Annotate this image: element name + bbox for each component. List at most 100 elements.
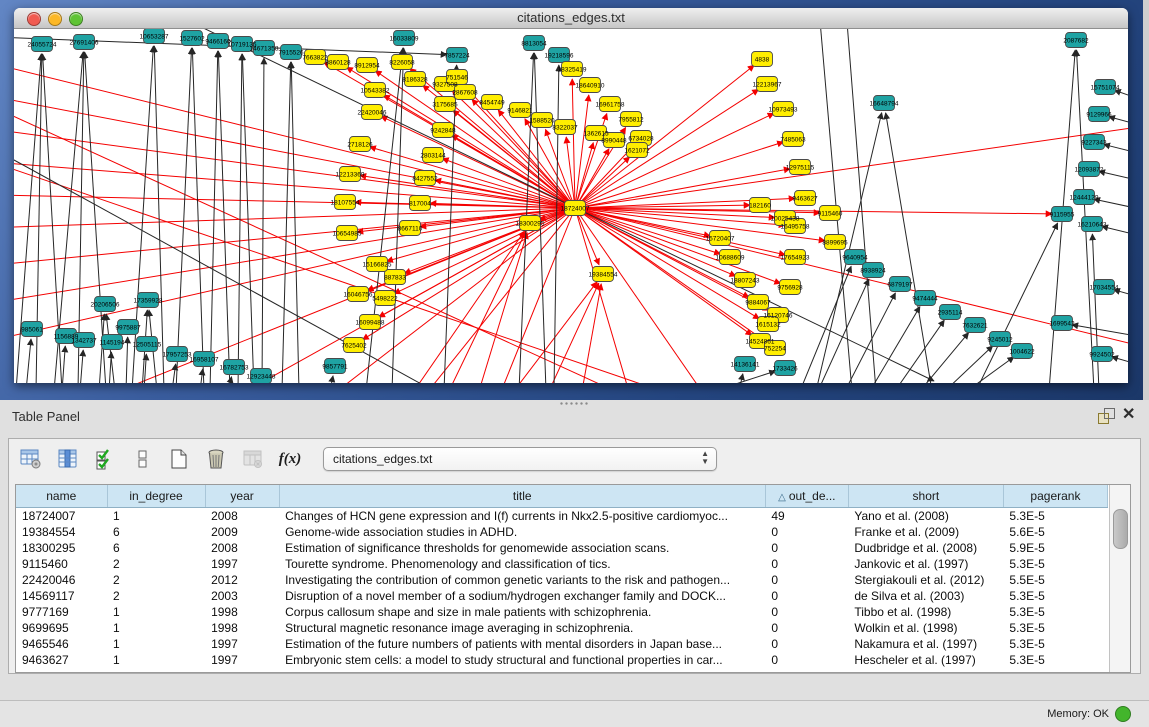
- table-cell[interactable]: 5.3E-5: [1003, 508, 1107, 525]
- new-document-button[interactable]: [164, 444, 194, 474]
- table-cell[interactable]: 1998: [205, 604, 279, 620]
- table-row[interactable]: 946554611997Estimation of the future num…: [16, 636, 1108, 652]
- table-cell[interactable]: 5.5E-5: [1003, 572, 1107, 588]
- table-cell[interactable]: 0: [765, 652, 848, 668]
- table-cell[interactable]: 19384554: [16, 524, 107, 540]
- row-list-button[interactable]: [127, 444, 157, 474]
- table-row[interactable]: 1456911722003Disruption of a novel membe…: [16, 588, 1108, 604]
- table-cell[interactable]: Corpus callosum shape and size in male p…: [279, 604, 765, 620]
- column-header-year[interactable]: year: [205, 485, 279, 508]
- table-cell[interactable]: 2009: [205, 524, 279, 540]
- table-cell[interactable]: Stergiakouli et al. (2012): [848, 572, 1003, 588]
- table-cell[interactable]: 0: [765, 540, 848, 556]
- column-header-pagerank[interactable]: pagerank: [1003, 485, 1107, 508]
- table-row[interactable]: 1872400712008Changes of HCN gene express…: [16, 508, 1108, 525]
- column-header-in_degree[interactable]: in_degree: [107, 485, 205, 508]
- table-cell[interactable]: 9699695: [16, 620, 107, 636]
- table-cell[interactable]: Structural magnetic resonance image aver…: [279, 620, 765, 636]
- table-cell[interactable]: 0: [765, 524, 848, 540]
- table-cell[interactable]: 6: [107, 524, 205, 540]
- table-cell[interactable]: 1998: [205, 620, 279, 636]
- table-cell[interactable]: Genome-wide association studies in ADHD.: [279, 524, 765, 540]
- table-cell[interactable]: Estimation of the future numbers of pati…: [279, 636, 765, 652]
- table-cell[interactable]: Disruption of a novel member of a sodium…: [279, 588, 765, 604]
- table-cell[interactable]: Dudbridge et al. (2008): [848, 540, 1003, 556]
- column-header-name[interactable]: name: [16, 485, 107, 508]
- table-gear-button[interactable]: [16, 444, 46, 474]
- table-cell[interactable]: 0: [765, 636, 848, 652]
- table-cell[interactable]: de Silva et al. (2003): [848, 588, 1003, 604]
- table-row[interactable]: 946362711997Embryonic stem cells: a mode…: [16, 652, 1108, 668]
- column-header-out_degree[interactable]: △out_de...: [765, 485, 848, 508]
- table-cell[interactable]: 9463627: [16, 652, 107, 668]
- trash-button[interactable]: [201, 444, 231, 474]
- table-cell[interactable]: 2008: [205, 540, 279, 556]
- table-cell[interactable]: Embryonic stem cells: a model to study s…: [279, 652, 765, 668]
- table-cell[interactable]: 1997: [205, 652, 279, 668]
- network-graph-canvas[interactable]: 2405572427691406106532871527602946616010…: [14, 29, 1128, 383]
- table-cell[interactable]: 2: [107, 572, 205, 588]
- table-cell[interactable]: Wolkin et al. (1998): [848, 620, 1003, 636]
- delete-table-button[interactable]: [238, 444, 268, 474]
- float-panel-button[interactable]: [1098, 408, 1115, 424]
- table-cell[interactable]: 1997: [205, 556, 279, 572]
- table-cell[interactable]: 0: [765, 588, 848, 604]
- table-scrollbar-thumb[interactable]: [1113, 509, 1128, 549]
- table-cell[interactable]: 18300295: [16, 540, 107, 556]
- table-cell[interactable]: 49: [765, 508, 848, 525]
- table-cell[interactable]: 6: [107, 540, 205, 556]
- column-header-title[interactable]: title: [279, 485, 765, 508]
- memory-status-indicator[interactable]: [1115, 706, 1131, 722]
- table-row[interactable]: 911546021997Tourette syndrome. Phenomeno…: [16, 556, 1108, 572]
- table-cell[interactable]: 14569117: [16, 588, 107, 604]
- table-scrollbar[interactable]: [1109, 485, 1130, 672]
- table-cell[interactable]: 5.6E-5: [1003, 524, 1107, 540]
- splitter-handle[interactable]: [559, 401, 589, 406]
- table-cell[interactable]: 5.3E-5: [1003, 636, 1107, 652]
- table-cell[interactable]: 1: [107, 636, 205, 652]
- table-cell[interactable]: Franke et al. (2009): [848, 524, 1003, 540]
- column-visibility-button[interactable]: [53, 444, 83, 474]
- table-cell[interactable]: 5.3E-5: [1003, 620, 1107, 636]
- table-cell[interactable]: 1: [107, 620, 205, 636]
- column-header-short[interactable]: short: [848, 485, 1003, 508]
- table-cell[interactable]: 0: [765, 572, 848, 588]
- table-cell[interactable]: 2: [107, 588, 205, 604]
- table-cell[interactable]: 18724007: [16, 508, 107, 525]
- table-cell[interactable]: 0: [765, 620, 848, 636]
- table-cell[interactable]: Yano et al. (2008): [848, 508, 1003, 525]
- table-row[interactable]: 2242004622012Investigating the contribut…: [16, 572, 1108, 588]
- table-row[interactable]: 977716911998Corpus callosum shape and si…: [16, 604, 1108, 620]
- table-cell[interactable]: 0: [765, 604, 848, 620]
- table-cell[interactable]: 22420046: [16, 572, 107, 588]
- table-cell[interactable]: 5.3E-5: [1003, 652, 1107, 668]
- network-window-titlebar[interactable]: citations_edges.txt: [14, 8, 1128, 29]
- table-cell[interactable]: 9465546: [16, 636, 107, 652]
- table-cell[interactable]: Jankovic et al. (1997): [848, 556, 1003, 572]
- batch-check-button[interactable]: [90, 444, 120, 474]
- table-cell[interactable]: 5.3E-5: [1003, 604, 1107, 620]
- table-cell[interactable]: Tibbo et al. (1998): [848, 604, 1003, 620]
- table-cell[interactable]: 2003: [205, 588, 279, 604]
- table-cell[interactable]: 1: [107, 508, 205, 525]
- table-cell[interactable]: 1: [107, 652, 205, 668]
- table-cell[interactable]: 5.9E-5: [1003, 540, 1107, 556]
- table-cell[interactable]: 9777169: [16, 604, 107, 620]
- table-cell[interactable]: 0: [765, 556, 848, 572]
- table-cell[interactable]: Changes of HCN gene expression and I(f) …: [279, 508, 765, 525]
- table-cell[interactable]: Tourette syndrome. Phenomenology and cla…: [279, 556, 765, 572]
- table-cell[interactable]: 2008: [205, 508, 279, 525]
- function-builder-button[interactable]: f(x): [275, 444, 305, 474]
- table-row[interactable]: 1830029562008Estimation of significance …: [16, 540, 1108, 556]
- table-row[interactable]: 1938455462009Genome-wide association stu…: [16, 524, 1108, 540]
- table-row[interactable]: 969969511998Structural magnetic resonanc…: [16, 620, 1108, 636]
- close-panel-button[interactable]: ✕: [1122, 404, 1135, 424]
- table-cell[interactable]: 1: [107, 604, 205, 620]
- table-cell[interactable]: Nakamura et al. (1997): [848, 636, 1003, 652]
- table-cell[interactable]: 5.3E-5: [1003, 588, 1107, 604]
- table-cell[interactable]: Hescheler et al. (1997): [848, 652, 1003, 668]
- table-cell[interactable]: Investigating the contribution of common…: [279, 572, 765, 588]
- table-cell[interactable]: 2012: [205, 572, 279, 588]
- table-cell[interactable]: Estimation of significance thresholds fo…: [279, 540, 765, 556]
- table-cell[interactable]: 2: [107, 556, 205, 572]
